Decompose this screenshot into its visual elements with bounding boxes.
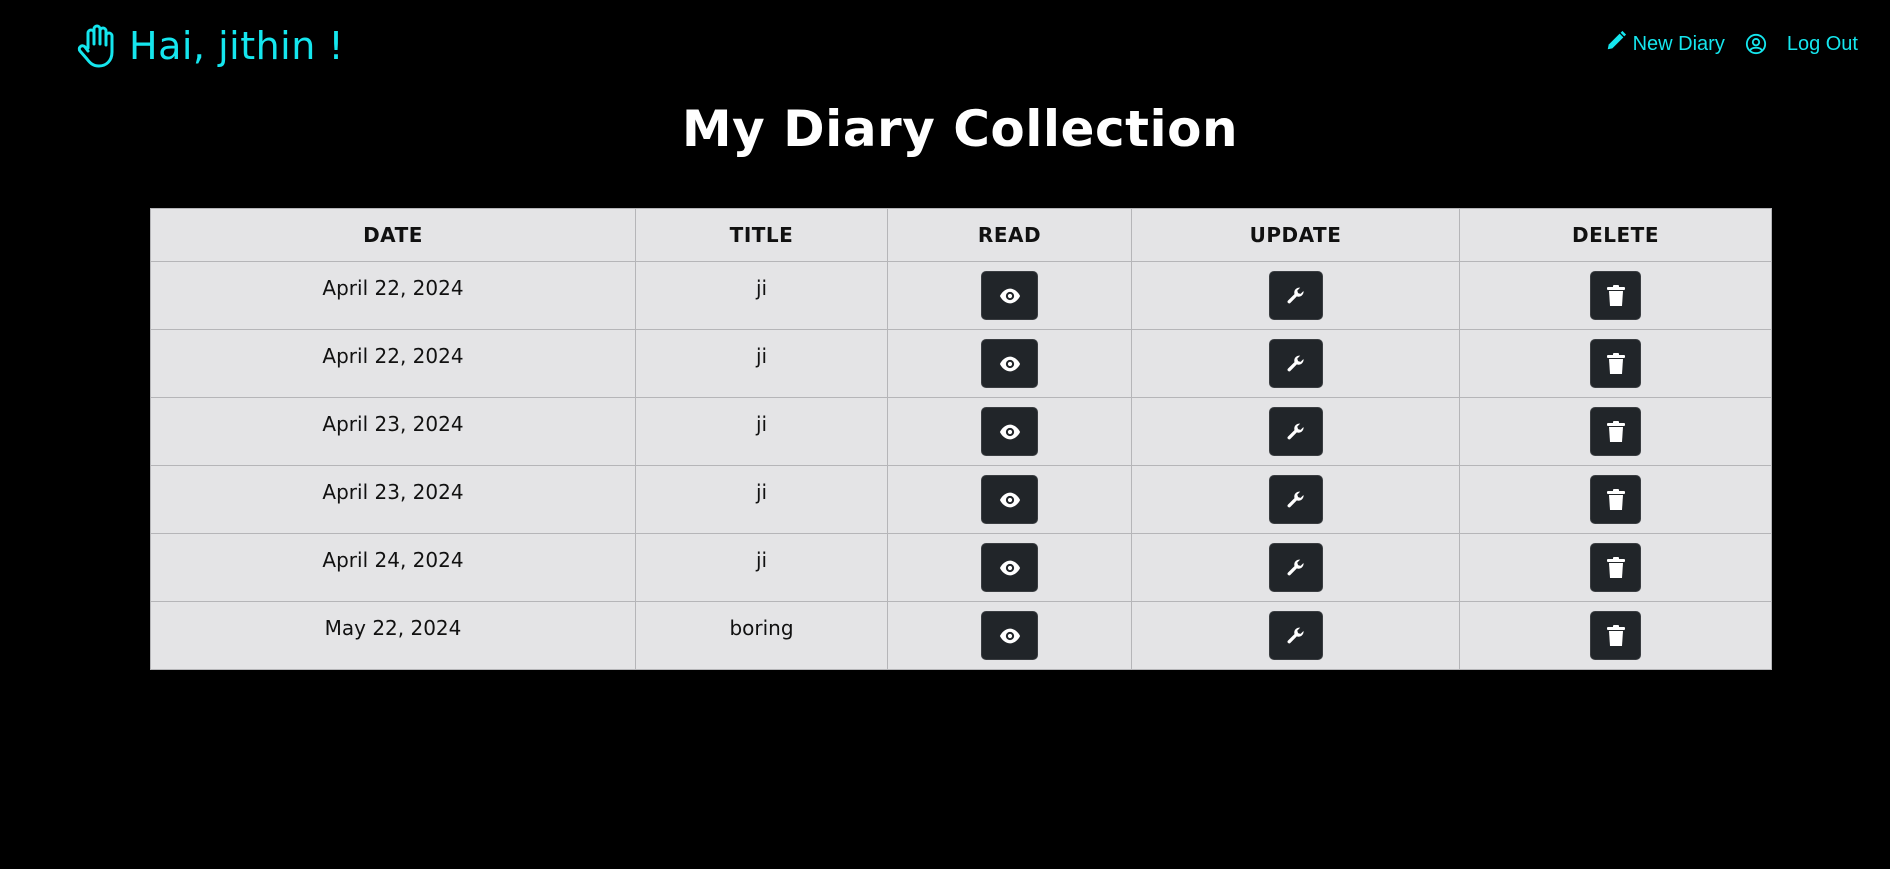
- cell-read: [887, 261, 1132, 330]
- cell-delete: [1459, 397, 1772, 466]
- cell-title: ji: [635, 533, 888, 602]
- cell-read: [887, 533, 1132, 602]
- read-button[interactable]: [981, 611, 1038, 660]
- greeting: Hai, jithin !: [77, 18, 344, 74]
- table-header-row: DATE TITLE READ UPDATE DELETE: [150, 208, 1772, 262]
- cell-title: ji: [635, 397, 888, 466]
- user-circle-icon: [1745, 33, 1767, 55]
- eye-icon: [999, 560, 1021, 576]
- delete-button[interactable]: [1590, 339, 1641, 388]
- new-diary-label: New Diary: [1632, 32, 1725, 55]
- eye-icon: [999, 356, 1021, 372]
- cell-date: April 22, 2024: [150, 329, 636, 398]
- delete-button[interactable]: [1590, 543, 1641, 592]
- pencil-icon: [1605, 30, 1633, 58]
- table-row: April 23, 2024 ji: [150, 465, 1772, 534]
- read-button[interactable]: [981, 339, 1038, 388]
- cell-update: [1131, 533, 1460, 602]
- read-button[interactable]: [981, 475, 1038, 524]
- read-button[interactable]: [981, 271, 1038, 320]
- cell-update: [1131, 397, 1460, 466]
- trash-icon: [1606, 557, 1625, 578]
- wrench-icon: [1286, 354, 1306, 374]
- greeting-text: Hai, jithin !: [129, 24, 345, 68]
- update-button[interactable]: [1268, 543, 1323, 592]
- cell-date: April 24, 2024: [150, 533, 636, 602]
- wrench-icon: [1286, 286, 1306, 306]
- trash-icon: [1606, 625, 1625, 646]
- column-header-delete: DELETE: [1459, 208, 1772, 262]
- table-row: April 24, 2024 ji: [150, 533, 1772, 602]
- trash-icon: [1606, 285, 1625, 306]
- cell-title: boring: [635, 601, 888, 670]
- eye-icon: [999, 288, 1021, 304]
- eye-icon: [999, 492, 1021, 508]
- delete-button[interactable]: [1590, 611, 1641, 660]
- wrench-icon: [1286, 422, 1306, 442]
- trash-icon: [1606, 421, 1625, 442]
- update-button[interactable]: [1268, 407, 1323, 456]
- cell-title: ji: [635, 329, 888, 398]
- eye-icon: [999, 628, 1021, 644]
- cell-delete: [1459, 329, 1772, 398]
- trash-icon: [1606, 353, 1625, 374]
- delete-button[interactable]: [1590, 407, 1641, 456]
- cell-update: [1131, 329, 1460, 398]
- update-button[interactable]: [1268, 271, 1323, 320]
- cell-update: [1131, 261, 1460, 330]
- diary-table: DATE TITLE READ UPDATE DELETE April 22, …: [150, 208, 1772, 670]
- update-button[interactable]: [1268, 475, 1323, 524]
- top-bar: Hai, jithin ! New Diary Log Out: [0, 0, 1890, 90]
- table-row: April 23, 2024 ji: [150, 397, 1772, 466]
- new-diary-link[interactable]: New Diary: [1605, 30, 1725, 58]
- read-button[interactable]: [981, 543, 1038, 592]
- page-title: My Diary Collection: [681, 100, 1239, 158]
- trash-icon: [1606, 489, 1625, 510]
- read-button[interactable]: [981, 407, 1038, 456]
- cell-read: [887, 329, 1132, 398]
- eye-icon: [999, 424, 1021, 440]
- update-button[interactable]: [1268, 611, 1323, 660]
- cell-title: ji: [635, 261, 888, 330]
- column-header-read: READ: [887, 208, 1132, 262]
- cell-delete: [1459, 261, 1772, 330]
- cell-update: [1131, 601, 1460, 670]
- table-row: April 22, 2024 ji: [150, 329, 1772, 398]
- cell-delete: [1459, 465, 1772, 534]
- column-header-date: DATE: [150, 208, 636, 262]
- cell-update: [1131, 465, 1460, 534]
- delete-button[interactable]: [1590, 271, 1641, 320]
- cell-date: April 22, 2024: [150, 261, 636, 330]
- table-body: April 22, 2024 ji April 22, 2024 ji April 23…: [150, 261, 1772, 670]
- column-header-title: TITLE: [635, 208, 888, 262]
- cell-date: May 22, 2024: [150, 601, 636, 670]
- delete-button[interactable]: [1590, 475, 1641, 524]
- cell-read: [887, 601, 1132, 670]
- column-header-update: UPDATE: [1131, 208, 1460, 262]
- hand-icon: [77, 24, 117, 68]
- wrench-icon: [1286, 626, 1306, 646]
- cell-date: April 23, 2024: [150, 465, 636, 534]
- table-row: May 22, 2024 boring: [150, 601, 1772, 670]
- logout-link[interactable]: Log Out: [1787, 33, 1858, 56]
- diary-table-container: DATE TITLE READ UPDATE DELETE April 22, …: [150, 208, 1772, 670]
- wrench-icon: [1286, 490, 1306, 510]
- table-row: April 22, 2024 ji: [150, 261, 1772, 330]
- top-nav: New Diary Log Out: [1605, 28, 1858, 60]
- cell-read: [887, 465, 1132, 534]
- cell-read: [887, 397, 1132, 466]
- cell-delete: [1459, 601, 1772, 670]
- cell-delete: [1459, 533, 1772, 602]
- update-button[interactable]: [1268, 339, 1323, 388]
- cell-date: April 23, 2024: [150, 397, 636, 466]
- cell-title: ji: [635, 465, 888, 534]
- wrench-icon: [1286, 558, 1306, 578]
